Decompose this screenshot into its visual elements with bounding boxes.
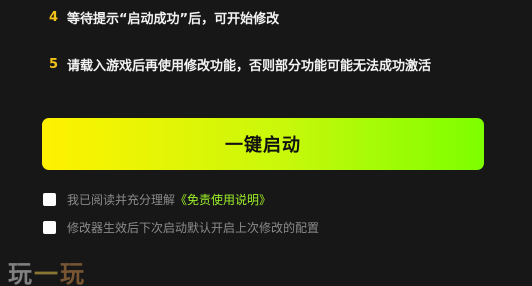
auto-enable-label: 修改器生效后下次启动默认开启上次修改的配置	[67, 220, 320, 235]
step-number: 5	[49, 56, 59, 72]
auto-enable-row: 修改器生效后下次启动默认开启上次修改的配置	[43, 219, 319, 235]
agreement-row: 我已阅读并充分理解 《免责使用说明》	[43, 191, 271, 207]
step-text: 请载入游戏后再使用修改功能，否则部分功能可能无法成功激活	[67, 58, 432, 74]
disclaimer-link[interactable]: 《免责使用说明》	[175, 191, 271, 208]
launcher-panel: 4 等待提示“启动成功”后，可开始修改 5 请载入游戏后再使用修改功能，否则部分…	[0, 0, 532, 286]
agreement-checkbox[interactable]	[43, 192, 56, 206]
site-watermark-logo: 玩一玩	[8, 260, 86, 286]
step-4: 4 等待提示“启动成功”后，可开始修改	[49, 8, 280, 27]
step-text: 等待提示“启动成功”后，可开始修改	[67, 11, 280, 27]
auto-enable-checkbox[interactable]	[43, 220, 56, 234]
one-click-launch-button[interactable]: 一键启动	[42, 118, 484, 170]
step-number: 4	[49, 9, 59, 25]
step-5: 5 请载入游戏后再使用修改功能，否则部分功能可能无法成功激活	[49, 55, 432, 74]
agreement-label: 我已阅读并充分理解	[67, 192, 176, 207]
